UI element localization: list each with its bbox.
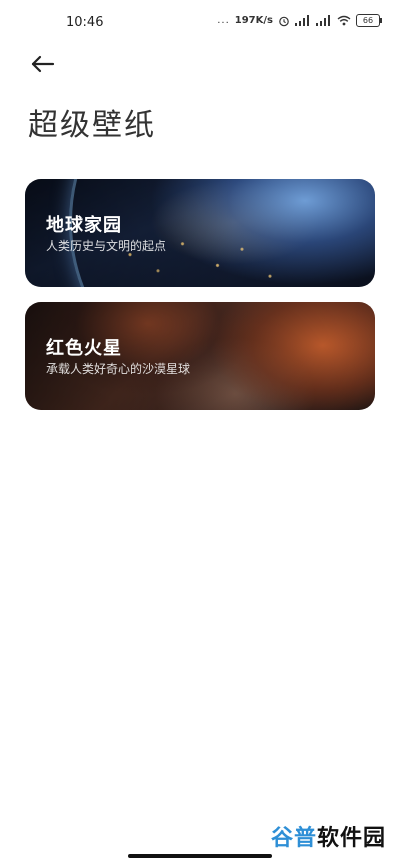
status-icons: ... 197K/s 66 [217, 14, 382, 27]
wallpaper-subtitle: 人类历史与文明的起点 [46, 239, 167, 253]
home-indicator[interactable] [128, 854, 272, 858]
signal-icon-2 [316, 15, 332, 26]
battery-icon: 66 [356, 14, 382, 27]
status-time: 10:46 [66, 15, 104, 30]
back-button[interactable] [26, 48, 58, 80]
page-title: 超级壁纸 [28, 108, 156, 143]
notification-dots: ... [217, 15, 230, 26]
watermark-logo: 谷普软件园 [271, 820, 386, 852]
signal-icon-1 [295, 15, 311, 26]
wallpaper-card-earth[interactable]: 地球家园 人类历史与文明的起点 [25, 179, 375, 287]
wifi-icon [337, 15, 351, 26]
wallpaper-title: 红色火星 [46, 338, 122, 359]
wallpaper-subtitle: 承载人类好奇心的沙漠星球 [46, 362, 191, 376]
arrow-left-icon [31, 55, 55, 73]
wallpaper-title: 地球家园 [46, 215, 122, 236]
status-bar: 10:46 ... 197K/s 66 [0, 0, 400, 44]
battery-level: 66 [362, 16, 374, 25]
watermark-part2: 软件园 [316, 826, 386, 851]
network-speed: 197K/s [234, 15, 273, 26]
alarm-icon [279, 16, 289, 26]
wallpaper-card-mars[interactable]: 红色火星 承载人类好奇心的沙漠星球 [25, 302, 375, 410]
watermark-part1: 谷普 [270, 826, 317, 851]
